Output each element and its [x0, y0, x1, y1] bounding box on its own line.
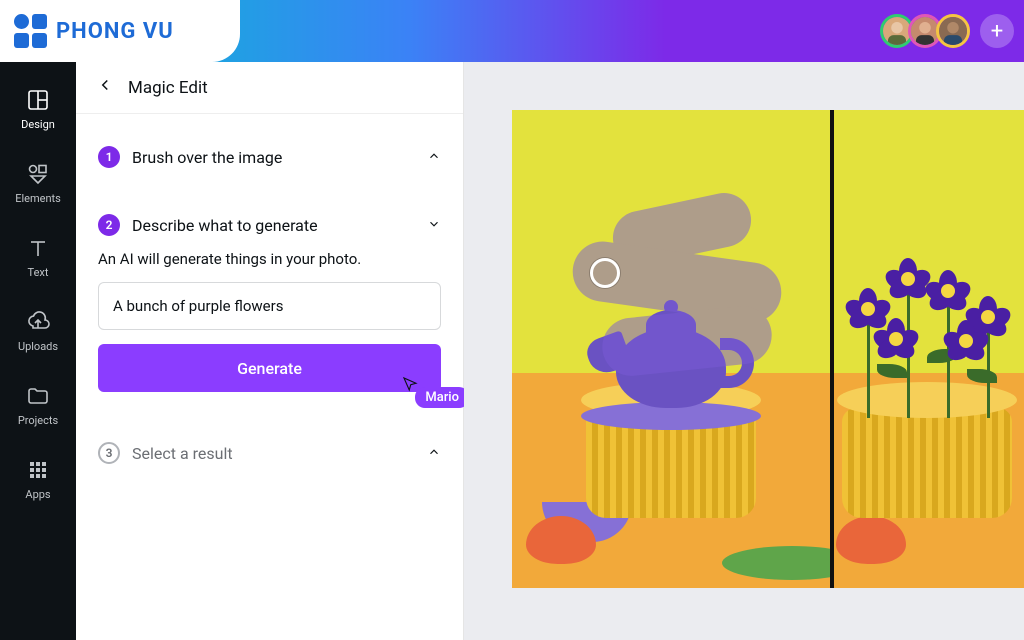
- chevron-up-icon: [427, 149, 441, 163]
- add-collaborator-button[interactable]: +: [980, 14, 1014, 48]
- canvas-image[interactable]: [512, 110, 1024, 588]
- collapse-toggle[interactable]: [427, 148, 441, 167]
- canvas-area[interactable]: [464, 62, 1024, 640]
- left-rail: Design Elements Text Uploads Projects Ap…: [0, 62, 76, 640]
- step-number: 3: [98, 442, 120, 464]
- step-number: 1: [98, 146, 120, 168]
- collapse-toggle[interactable]: [427, 444, 441, 463]
- top-bar: PHONG VU +: [0, 0, 1024, 62]
- brand-logo: PHONG VU: [0, 0, 240, 62]
- collapse-toggle[interactable]: [427, 216, 441, 235]
- brand-logo-mark: [14, 14, 48, 48]
- folder-icon: [26, 384, 50, 408]
- upload-icon: [26, 310, 50, 334]
- text-icon: [26, 236, 50, 260]
- comparison-divider[interactable]: [830, 110, 834, 588]
- rail-item-design[interactable]: Design: [0, 74, 76, 144]
- brand-name: PHONG VU: [56, 19, 174, 44]
- step-1-header[interactable]: 1 Brush over the image: [98, 146, 441, 168]
- brush-cursor-icon: [590, 258, 620, 288]
- generate-button[interactable]: Generate Mario: [98, 344, 441, 392]
- rail-item-uploads[interactable]: Uploads: [0, 296, 76, 366]
- panel-title: Magic Edit: [128, 78, 208, 98]
- step-title: Brush over the image: [132, 148, 415, 167]
- step-3-header[interactable]: 3 Select a result: [98, 442, 441, 464]
- step-title: Describe what to generate: [132, 216, 415, 235]
- grid-icon: [26, 458, 50, 482]
- panel-header: Magic Edit: [76, 62, 463, 114]
- collaborators: +: [890, 0, 1014, 62]
- collaborator-cursor: Mario: [401, 375, 469, 408]
- layout-icon: [26, 88, 50, 112]
- step-description: An AI will generate things in your photo…: [98, 250, 441, 268]
- step-title: Select a result: [132, 444, 415, 463]
- step-2-header[interactable]: 2 Describe what to generate: [98, 214, 441, 236]
- image-before: [512, 110, 830, 588]
- chevron-up-icon: [427, 445, 441, 459]
- rail-item-text[interactable]: Text: [0, 222, 76, 292]
- image-after: [830, 110, 1024, 588]
- prompt-input[interactable]: [98, 282, 441, 330]
- shapes-icon: [26, 162, 50, 186]
- rail-item-elements[interactable]: Elements: [0, 148, 76, 218]
- rail-item-projects[interactable]: Projects: [0, 370, 76, 440]
- avatar[interactable]: [936, 14, 970, 48]
- brush-overlay: [572, 202, 792, 382]
- step-number: 2: [98, 214, 120, 236]
- collaborator-name: Mario: [415, 387, 469, 408]
- chevron-left-icon: [96, 76, 114, 94]
- magic-edit-panel: Magic Edit 1 Brush over the image 2 Desc…: [76, 62, 464, 640]
- rail-item-apps[interactable]: Apps: [0, 444, 76, 514]
- back-button[interactable]: [96, 76, 114, 99]
- chevron-down-icon: [427, 217, 441, 231]
